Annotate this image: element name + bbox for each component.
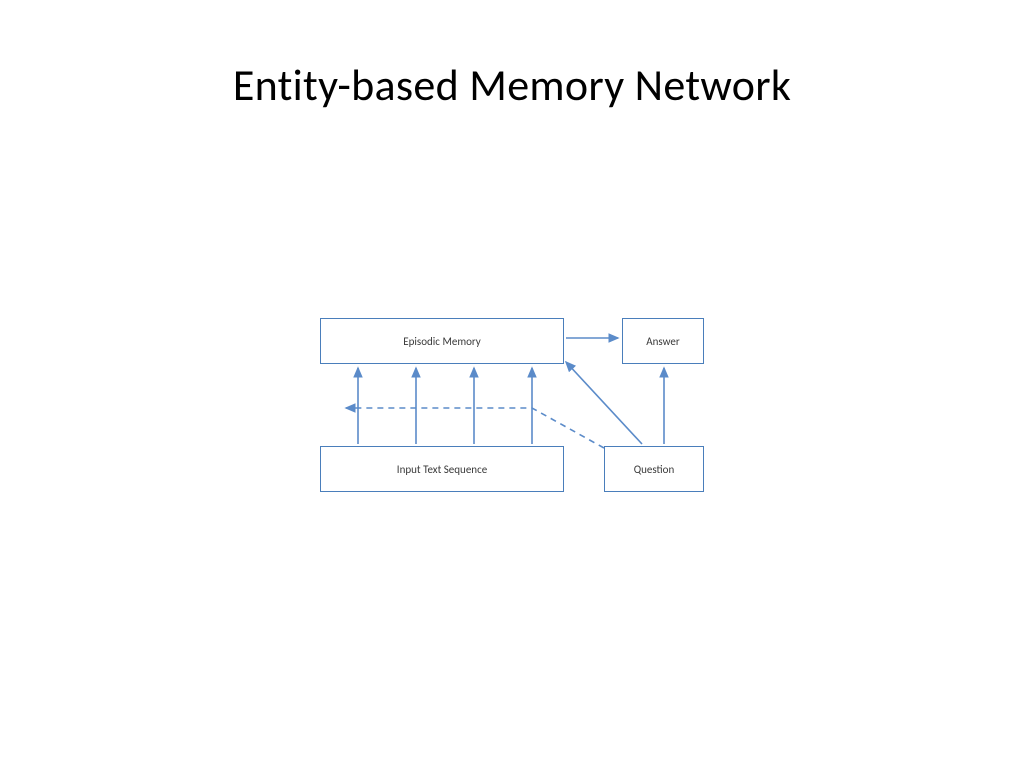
- slide-title: Entity-based Memory Network: [0, 58, 1024, 112]
- diagram-arrows: [316, 318, 708, 518]
- diagram: Episodic Memory Answer Input Text Sequen…: [316, 318, 708, 518]
- slide: Entity-based Memory Network Episodic Mem…: [0, 0, 1024, 768]
- arrow-question-to-input-dashed: [346, 408, 604, 448]
- arrow-question-to-memory: [566, 362, 642, 444]
